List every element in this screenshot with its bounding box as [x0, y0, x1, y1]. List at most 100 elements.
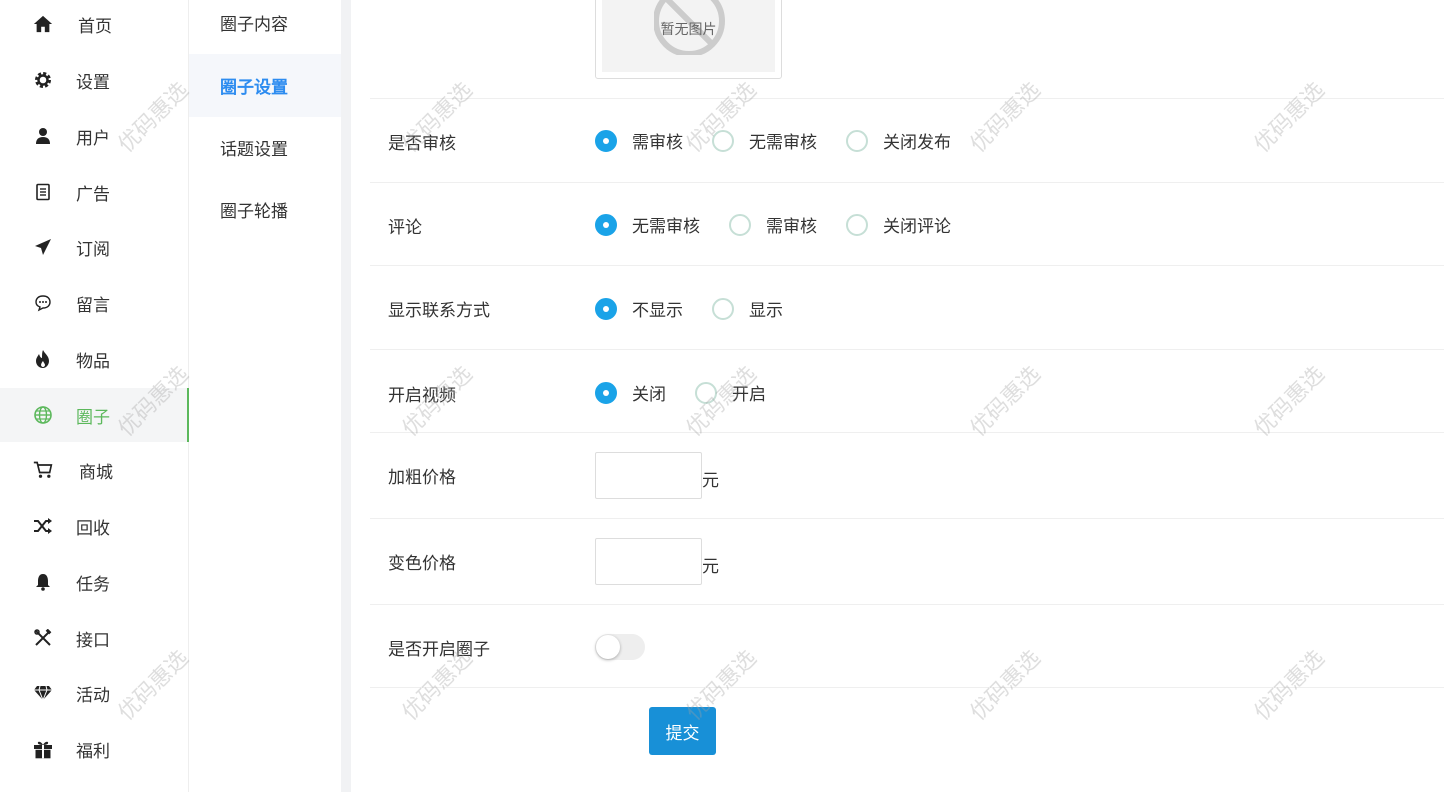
- submenu-item-topic-settings[interactable]: 话题设置: [189, 116, 341, 179]
- no-image-placeholder: 暂无图片: [602, 0, 775, 72]
- contact-label: 显示联系方式: [388, 301, 490, 321]
- audit-radio-group: 需审核 无需审核 关闭发布: [595, 128, 951, 153]
- color-price-label: 变色价格: [388, 554, 456, 574]
- sidebar-item-recycle[interactable]: 回收: [0, 499, 189, 553]
- sidebar-item-label: 首页: [78, 16, 112, 37]
- panel-divider: [341, 0, 351, 792]
- radio-dot[interactable]: [595, 129, 617, 152]
- comment-radio-group: 无需审核 需审核 关闭评论: [595, 212, 951, 237]
- enable-circle-toggle[interactable]: [595, 634, 645, 660]
- sidebar: 首页 设置 用户 广告 订阅 留言 物品 圈子 商城 回收 任务 接口 活动 福…: [0, 0, 190, 792]
- fire-icon: [33, 349, 53, 369]
- sidebar-item-label: 物品: [76, 351, 110, 372]
- video-option-off[interactable]: 关闭: [595, 380, 666, 405]
- audit-option-no-review[interactable]: 无需审核: [712, 128, 817, 153]
- no-image-text: 暂无图片: [660, 22, 717, 38]
- submit-button[interactable]: 提交: [649, 707, 716, 755]
- radio-dot[interactable]: [595, 213, 617, 236]
- radio-label: 不显示: [632, 301, 683, 321]
- sidebar-item-home[interactable]: 首页: [0, 0, 189, 51]
- radio-label: 关闭: [632, 385, 666, 405]
- document-icon: [33, 182, 53, 202]
- sidebar-item-api[interactable]: 接口: [0, 611, 189, 665]
- radio-label: 无需审核: [632, 217, 700, 237]
- radio-label: 关闭发布: [883, 133, 951, 153]
- radio-label: 开启: [732, 385, 766, 405]
- contact-option-hide[interactable]: 不显示: [595, 296, 683, 321]
- user-icon: [33, 126, 53, 146]
- audit-row: 是否审核 需审核 无需审核 关闭发布: [370, 98, 1444, 182]
- enable-circle-row: 是否开启圈子: [370, 604, 1444, 688]
- radio-dot[interactable]: [846, 129, 868, 152]
- sidebar-item-mall[interactable]: 商城: [0, 443, 189, 497]
- comment-option-no-review[interactable]: 无需审核: [595, 212, 700, 237]
- sidebar-item-users[interactable]: 用户: [0, 109, 189, 163]
- sidebar-item-activity[interactable]: 活动: [0, 666, 189, 720]
- video-radio-group: 关闭 开启: [595, 380, 766, 405]
- sidebar-item-label: 留言: [76, 295, 110, 316]
- radio-label: 无需审核: [749, 133, 817, 153]
- submenu-item-circle-content[interactable]: 圈子内容: [189, 0, 341, 54]
- sidebar-item-label: 福利: [76, 741, 110, 762]
- radio-label: 显示: [749, 301, 783, 321]
- sidebar-item-label: 活动: [76, 685, 110, 706]
- radio-dot[interactable]: [729, 213, 751, 236]
- video-option-on[interactable]: 开启: [695, 380, 766, 405]
- tools-icon: [33, 628, 53, 648]
- radio-label: 关闭评论: [883, 217, 951, 237]
- color-price-row: 变色价格 元: [370, 518, 1444, 604]
- radio-dot[interactable]: [846, 213, 868, 236]
- comment-label: 评论: [388, 218, 422, 238]
- sidebar-item-label: 商城: [79, 462, 113, 483]
- sidebar-item-ads[interactable]: 广告: [0, 165, 189, 219]
- radio-dot[interactable]: [595, 381, 617, 404]
- cart-icon: [33, 460, 53, 480]
- sidebar-item-label: 广告: [76, 184, 110, 205]
- sidebar-item-label: 接口: [76, 630, 110, 651]
- contact-option-show[interactable]: 显示: [712, 296, 783, 321]
- sidebar-item-label: 任务: [76, 574, 110, 595]
- video-row: 开启视频 关闭 开启: [370, 349, 1444, 432]
- submenu-item-circle-carousel[interactable]: 圈子轮播: [189, 178, 341, 241]
- home-icon: [33, 14, 53, 34]
- submenu-item-circle-settings[interactable]: 圈子设置: [189, 54, 341, 117]
- toggle-knob: [596, 635, 620, 659]
- bold-price-label: 加粗价格: [388, 468, 456, 488]
- sidebar-item-label: 订阅: [76, 239, 110, 260]
- image-upload-preview[interactable]: 暂无图片: [595, 0, 782, 79]
- comment-option-close-comments[interactable]: 关闭评论: [846, 212, 951, 237]
- enable-circle-label: 是否开启圈子: [388, 640, 490, 660]
- audit-option-need-review[interactable]: 需审核: [595, 128, 683, 153]
- audit-label: 是否审核: [388, 134, 456, 154]
- radio-label: 需审核: [766, 217, 817, 237]
- gift-icon: [33, 739, 53, 759]
- sidebar-item-label: 圈子: [76, 407, 110, 428]
- radio-dot[interactable]: [595, 297, 617, 320]
- diamond-icon: [33, 683, 53, 703]
- radio-dot[interactable]: [712, 129, 734, 152]
- radio-dot[interactable]: [695, 381, 717, 404]
- audit-option-close-posting[interactable]: 关闭发布: [846, 128, 951, 153]
- globe-icon: [33, 405, 53, 425]
- settings-form: 暂无图片 是否审核 需审核 无需审核 关闭发布 评论 无需审核 需审核 关闭评论…: [351, 0, 1444, 792]
- sidebar-item-settings[interactable]: 设置: [0, 53, 189, 107]
- contact-row: 显示联系方式 不显示 显示: [370, 265, 1444, 349]
- paper-plane-icon: [33, 237, 53, 257]
- sidebar-item-goods[interactable]: 物品: [0, 332, 189, 386]
- submenu: 圈子内容 圈子设置 话题设置 圈子轮播: [189, 0, 341, 792]
- sidebar-item-messages[interactable]: 留言: [0, 276, 189, 330]
- sidebar-item-label: 设置: [76, 72, 110, 93]
- bold-price-unit: 元: [702, 471, 719, 491]
- sidebar-item-tasks[interactable]: 任务: [0, 555, 189, 609]
- comment-option-need-review[interactable]: 需审核: [729, 212, 817, 237]
- bold-price-input[interactable]: [595, 452, 702, 499]
- bell-icon: [33, 572, 53, 592]
- contact-radio-group: 不显示 显示: [595, 296, 783, 321]
- gear-icon: [33, 70, 53, 90]
- sidebar-item-circle[interactable]: 圈子: [0, 388, 190, 442]
- video-label: 开启视频: [388, 386, 456, 406]
- color-price-input[interactable]: [595, 538, 702, 585]
- radio-dot[interactable]: [712, 297, 734, 320]
- sidebar-item-subscribe[interactable]: 订阅: [0, 220, 189, 274]
- sidebar-item-welfare[interactable]: 福利: [0, 722, 189, 776]
